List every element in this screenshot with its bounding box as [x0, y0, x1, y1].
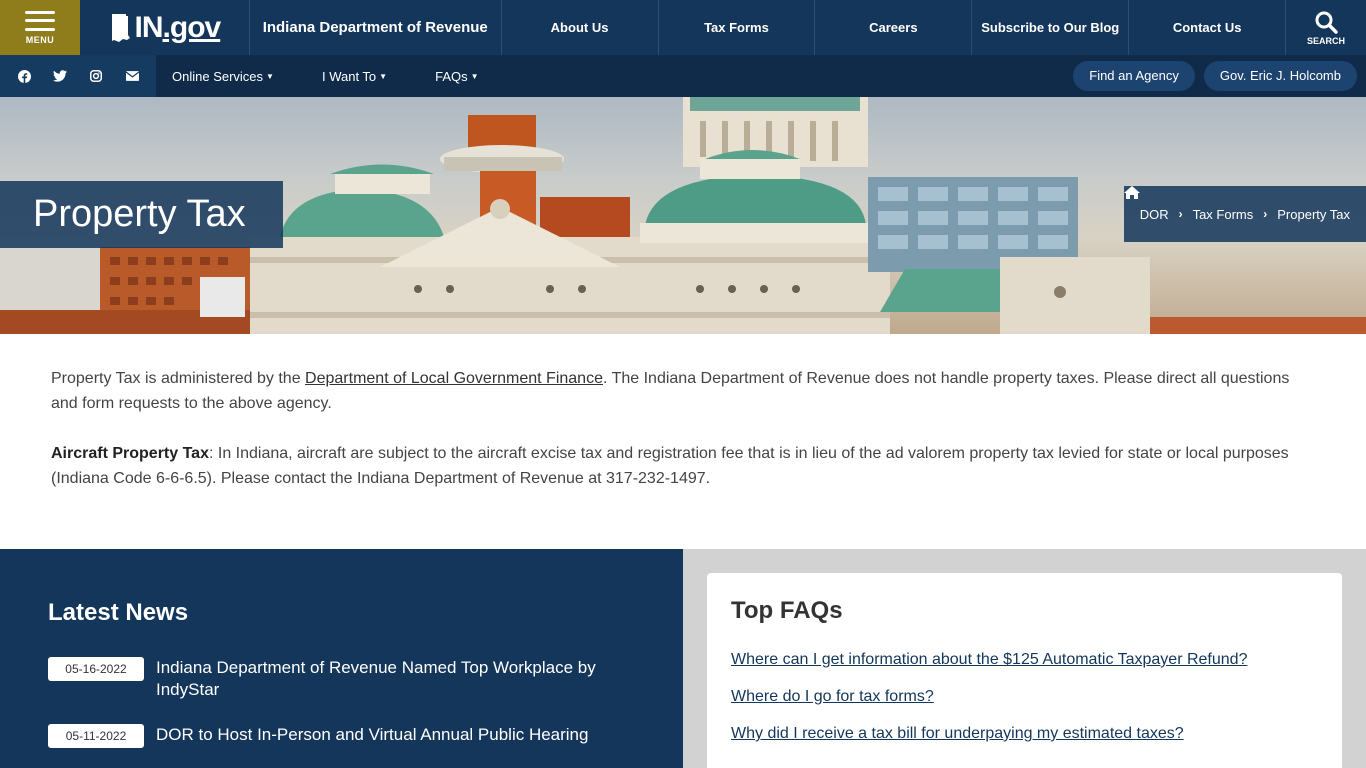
- search-button[interactable]: SEARCH: [1286, 0, 1366, 55]
- indiana-state-icon: [111, 13, 130, 42]
- nav-contact-us[interactable]: Contact Us: [1129, 0, 1287, 55]
- news-link[interactable]: Indiana Department of Revenue Named Top …: [156, 657, 616, 701]
- faqs-dropdown[interactable]: FAQs ▼: [435, 69, 478, 84]
- agency-title-link[interactable]: Indiana Department of Revenue: [250, 0, 502, 55]
- search-icon: [1315, 11, 1338, 34]
- faq-link[interactable]: Why did I receive a tax bill for underpa…: [731, 725, 1318, 743]
- aircraft-tax-heading: Aircraft Property Tax: [51, 445, 209, 462]
- property-tax-paragraph: Property Tax is administered by the Depa…: [51, 370, 1290, 412]
- menu-label: MENU: [25, 34, 55, 45]
- nav-subscribe-blog[interactable]: Subscribe to Our Blog: [972, 0, 1130, 55]
- sub-navigation: Online Services ▼ I Want To ▼ FAQs ▼: [172, 69, 527, 84]
- twitter-icon[interactable]: [53, 69, 67, 83]
- menu-button[interactable]: MENU: [0, 0, 80, 55]
- home-icon[interactable]: [1123, 186, 1140, 199]
- find-an-agency-button[interactable]: Find an Agency: [1073, 61, 1195, 91]
- nav-about-us[interactable]: About Us: [502, 0, 659, 55]
- instagram-icon[interactable]: [89, 69, 103, 83]
- email-icon[interactable]: [125, 69, 139, 83]
- faq-link[interactable]: Where do I go for tax forms?: [731, 688, 1318, 706]
- top-faqs-title: Top FAQs: [731, 597, 843, 624]
- hero-banner: Property Tax DOR › Tax Forms › Property …: [0, 97, 1366, 334]
- search-label: SEARCH: [1307, 35, 1346, 46]
- page-title: Property Tax: [0, 181, 283, 248]
- governor-link-button[interactable]: Gov. Eric J. Holcomb: [1203, 61, 1357, 91]
- breadcrumb-dor[interactable]: DOR: [1140, 207, 1169, 222]
- in-gov-logo[interactable]: IN.gov: [80, 0, 250, 55]
- breadcrumb-current: Property Tax: [1277, 206, 1350, 222]
- caret-down-icon: ▼: [266, 71, 274, 81]
- dlgf-link[interactable]: Department of Local Government Finance: [305, 370, 603, 387]
- latest-news-title: Latest News: [48, 599, 189, 626]
- social-links: [0, 55, 156, 97]
- utility-links: Find an Agency Gov. Eric J. Holcomb: [1064, 61, 1357, 91]
- hamburger-icon: [24, 10, 55, 31]
- breadcrumb: DOR › Tax Forms › Property Tax: [1123, 186, 1366, 242]
- top-faqs-card: Top FAQs Where can I get information abo…: [707, 573, 1342, 768]
- caret-down-icon: ▼: [379, 71, 388, 81]
- caret-down-icon: ▼: [470, 71, 479, 81]
- news-link[interactable]: DOR to Host In-Person and Virtual Annual…: [156, 724, 616, 746]
- online-services-dropdown[interactable]: Online Services ▼: [172, 69, 274, 84]
- latest-news-panel: Latest News 05-16-2022 Indiana Departmen…: [0, 549, 683, 768]
- nav-careers[interactable]: Careers: [815, 0, 973, 55]
- secondary-navigation-bar: Online Services ▼ I Want To ▼ FAQs ▼ Find a…: [0, 55, 1366, 97]
- news-item: 05-16-2022 Indiana Department of Revenue…: [48, 657, 616, 701]
- aircraft-tax-paragraph: Aircraft Property Tax: In Indiana, aircr…: [51, 445, 1289, 487]
- chevron-right-icon: ›: [1263, 207, 1268, 221]
- top-faqs-panel: Top FAQs Where can I get information abo…: [683, 549, 1366, 768]
- news-date-badge: 05-16-2022: [48, 657, 144, 681]
- news-date-badge: 05-11-2022: [48, 724, 144, 748]
- faq-link[interactable]: Where can I get information about the $1…: [731, 651, 1318, 669]
- top-navigation-bar: MENU IN.gov Indiana Department of Revenu…: [0, 0, 1366, 55]
- breadcrumb-tax-forms[interactable]: Tax Forms: [1193, 207, 1254, 222]
- chevron-right-icon: ›: [1178, 207, 1183, 221]
- logo-text-gov: .gov: [162, 10, 222, 44]
- news-item: 05-11-2022 DOR to Host In-Person and Vir…: [48, 724, 616, 748]
- facebook-icon[interactable]: [17, 69, 31, 83]
- nav-tax-forms[interactable]: Tax Forms: [659, 0, 816, 55]
- main-content: Property Tax is administered by the Depa…: [51, 366, 1315, 516]
- logo-text-in: IN: [134, 10, 164, 44]
- i-want-to-dropdown[interactable]: I Want To ▼: [322, 69, 387, 84]
